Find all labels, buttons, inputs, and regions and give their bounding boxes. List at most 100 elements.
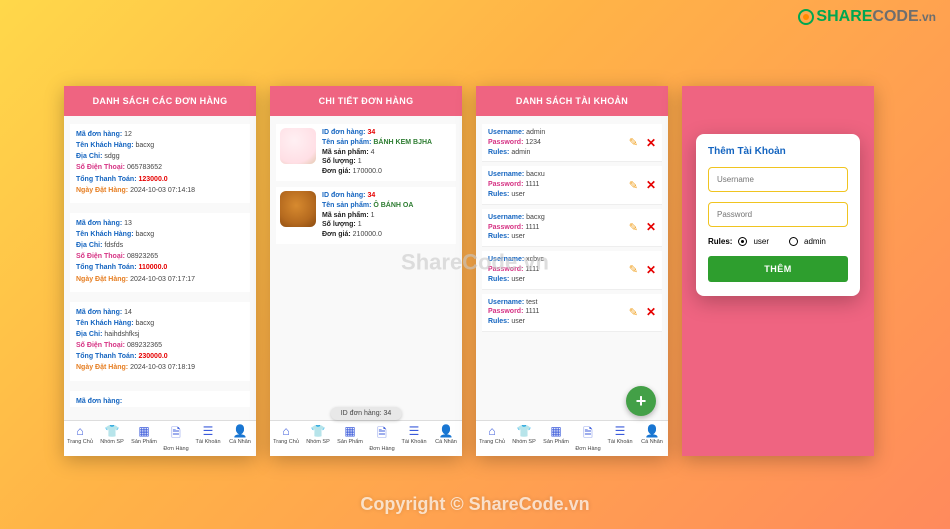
account-row: Username: adminPassword: 1234Rules: admi… xyxy=(482,124,662,162)
nav-icon: 🗎 xyxy=(160,424,192,445)
nav-item-4[interactable]: ☰Tài Khoản xyxy=(192,421,224,456)
order-line-item[interactable]: ID đơn hàng: 34Tên sản phẩm: BÁNH KEM BJ… xyxy=(276,124,456,181)
edit-icon[interactable]: ✎ xyxy=(629,221,638,234)
nav-label: Nhóm SP xyxy=(302,439,334,445)
radio-admin[interactable] xyxy=(789,237,798,246)
nav-label: Tài Khoản xyxy=(398,439,430,445)
order-line-item[interactable]: ID đơn hàng: 34Tên sản phẩm: Ô BÁNH OAMã… xyxy=(276,187,456,244)
site-logo: SHARECODE.vn xyxy=(798,8,936,26)
nav-item-5[interactable]: 👤Cá Nhân xyxy=(636,421,668,456)
nav-icon: 👕 xyxy=(302,424,334,438)
nav-icon: 👕 xyxy=(508,424,540,438)
nav-icon: ⌂ xyxy=(476,424,508,438)
nav-item-0[interactable]: ⌂Trang Chủ xyxy=(476,421,508,456)
nav-label: Đơn Hàng xyxy=(572,446,604,452)
product-image xyxy=(280,128,316,164)
order-card[interactable]: Mã đơn hàng: 13Tên Khách Hàng: bacxgĐịa … xyxy=(70,213,250,292)
screen-orders-list: DANH SÁCH CÁC ĐƠN HÀNG Mã đơn hàng: 12Tê… xyxy=(64,86,256,456)
nav-icon: 🗎 xyxy=(572,424,604,445)
nav-item-1[interactable]: 👕Nhóm SP xyxy=(302,421,334,456)
delete-icon[interactable]: ✕ xyxy=(646,263,656,277)
username-field[interactable] xyxy=(708,167,848,192)
screen-title: DANH SÁCH CÁC ĐƠN HÀNG xyxy=(64,86,256,116)
nav-label: Trang Chủ xyxy=(476,439,508,445)
nav-label: Nhóm SP xyxy=(96,439,128,445)
nav-icon: ▦ xyxy=(334,424,366,438)
nav-icon: 👤 xyxy=(224,424,256,438)
nav-icon: ▦ xyxy=(128,424,160,438)
nav-label: Sản Phẩm xyxy=(334,439,366,445)
password-field[interactable] xyxy=(708,202,848,227)
delete-icon[interactable]: ✕ xyxy=(646,178,656,192)
account-row: Username: bacxgPassword: 1111Rules: user… xyxy=(482,209,662,247)
account-row: Username: testPassword: 1111Rules: user✎… xyxy=(482,294,662,332)
delete-icon[interactable]: ✕ xyxy=(646,136,656,150)
screen-accounts-list: DANH SÁCH TÀI KHOẢN Username: adminPassw… xyxy=(476,86,668,456)
nav-item-4[interactable]: ☰Tài Khoản xyxy=(398,421,430,456)
nav-item-3[interactable]: 🗎Đơn Hàng xyxy=(572,421,604,456)
nav-icon: ▦ xyxy=(540,424,572,438)
nav-label: Đơn Hàng xyxy=(366,446,398,452)
bottom-nav: ⌂Trang Chủ👕Nhóm SP▦Sản Phẩm🗎Đơn Hàng☰Tài… xyxy=(270,420,462,456)
nav-icon: 👤 xyxy=(430,424,462,438)
nav-label: Trang Chủ xyxy=(64,439,96,445)
nav-label: Sản Phẩm xyxy=(540,439,572,445)
screen-order-detail: CHI TIẾT ĐƠN HÀNG ID đơn hàng: 34Tên sản… xyxy=(270,86,462,456)
nav-icon: 👕 xyxy=(96,424,128,438)
nav-item-0[interactable]: ⌂Trang Chủ xyxy=(270,421,302,456)
nav-label: Cá Nhân xyxy=(224,439,256,445)
edit-icon[interactable]: ✎ xyxy=(629,136,638,149)
copyright-text: Copyright © ShareCode.vn xyxy=(360,494,589,515)
nav-icon: 🗎 xyxy=(366,424,398,445)
nav-item-5[interactable]: 👤Cá Nhân xyxy=(430,421,462,456)
order-id-label: Mã đơn hàng: xyxy=(76,398,122,405)
submit-button[interactable]: THÊM xyxy=(708,256,848,282)
nav-item-3[interactable]: 🗎Đơn Hàng xyxy=(160,421,192,456)
add-account-form: Thêm Tài Khoản Rules: user admin THÊM xyxy=(696,134,860,296)
nav-label: Cá Nhân xyxy=(430,439,462,445)
nav-item-0[interactable]: ⌂Trang Chủ xyxy=(64,421,96,456)
nav-label: Nhóm SP xyxy=(508,439,540,445)
screen-add-account: Thêm Tài Khoản Rules: user admin THÊM xyxy=(682,86,874,456)
radio-user-label: user xyxy=(753,237,769,246)
nav-item-1[interactable]: 👕Nhóm SP xyxy=(508,421,540,456)
nav-item-3[interactable]: 🗎Đơn Hàng xyxy=(366,421,398,456)
radio-admin-label: admin xyxy=(804,237,826,246)
nav-item-1[interactable]: 👕Nhóm SP xyxy=(96,421,128,456)
rules-label: Rules: xyxy=(708,237,732,246)
nav-item-5[interactable]: 👤Cá Nhân xyxy=(224,421,256,456)
nav-icon: ⌂ xyxy=(64,424,96,438)
radio-user[interactable] xyxy=(738,237,747,246)
edit-icon[interactable]: ✎ xyxy=(629,179,638,192)
nav-icon: ⌂ xyxy=(270,424,302,438)
delete-icon[interactable]: ✕ xyxy=(646,305,656,319)
nav-item-4[interactable]: ☰Tài Khoản xyxy=(604,421,636,456)
product-image xyxy=(280,191,316,227)
nav-label: Tài Khoản xyxy=(192,439,224,445)
nav-icon: ☰ xyxy=(398,424,430,438)
delete-icon[interactable]: ✕ xyxy=(646,220,656,234)
nav-item-2[interactable]: ▦Sản Phẩm xyxy=(334,421,366,456)
nav-item-2[interactable]: ▦Sản Phẩm xyxy=(128,421,160,456)
add-account-fab[interactable]: + xyxy=(626,386,656,416)
order-card[interactable]: Mã đơn hàng: 14Tên Khách Hàng: bacxgĐịa … xyxy=(70,302,250,381)
nav-icon: ☰ xyxy=(192,424,224,438)
nav-label: Sản Phẩm xyxy=(128,439,160,445)
edit-icon[interactable]: ✎ xyxy=(629,306,638,319)
form-title: Thêm Tài Khoản xyxy=(708,146,848,157)
nav-label: Đơn Hàng xyxy=(160,446,192,452)
order-card[interactable]: Mã đơn hàng: 12Tên Khách Hàng: bacxgĐịa … xyxy=(70,124,250,203)
nav-label: Tài Khoản xyxy=(604,439,636,445)
account-row: Username: xcbvcPassword: 1111Rules: user… xyxy=(482,251,662,289)
account-row: Username: bacxuPassword: 1111Rules: user… xyxy=(482,166,662,204)
nav-icon: ☰ xyxy=(604,424,636,438)
screen-title: CHI TIẾT ĐƠN HÀNG xyxy=(270,86,462,116)
screen-title: DANH SÁCH TÀI KHOẢN xyxy=(476,86,668,116)
bottom-nav: ⌂Trang Chủ👕Nhóm SP▦Sản Phẩm🗎Đơn Hàng☰Tài… xyxy=(476,420,668,456)
nav-label: Cá Nhân xyxy=(636,439,668,445)
nav-item-2[interactable]: ▦Sản Phẩm xyxy=(540,421,572,456)
nav-label: Trang Chủ xyxy=(270,439,302,445)
logo-icon xyxy=(798,9,814,25)
nav-icon: 👤 xyxy=(636,424,668,438)
edit-icon[interactable]: ✎ xyxy=(629,263,638,276)
